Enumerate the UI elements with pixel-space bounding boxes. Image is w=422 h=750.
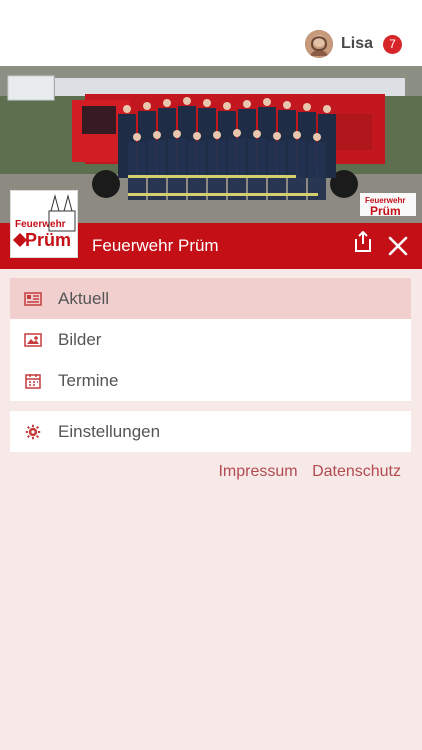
username: Lisa — [340, 35, 373, 52]
nav-menu: Aktuell Bilder Termine Einstellungen — [10, 278, 411, 452]
logo: Feuerwehr Prüm — [10, 190, 78, 258]
gear-icon — [24, 423, 42, 441]
user-menu[interactable]: Lisa 7 — [304, 30, 402, 58]
menu-item-bilder[interactable]: Bilder — [10, 319, 411, 360]
calendar-icon — [24, 372, 42, 390]
close-button[interactable] — [388, 236, 408, 256]
share-button[interactable] — [353, 230, 373, 253]
news-icon — [24, 290, 42, 308]
footer-links: Impressum Datenschutz — [208, 463, 401, 481]
close-icon — [388, 236, 408, 256]
menu-label-einstellungen: Einstellungen — [58, 421, 161, 441]
impressum-link[interactable]: Impressum — [218, 463, 297, 480]
brand-title: Feuerwehr Prüm — [92, 236, 219, 255]
menu-item-einstellungen[interactable]: Einstellungen — [10, 411, 411, 452]
image-icon — [24, 331, 42, 349]
avatar[interactable] — [304, 30, 333, 58]
menu-label-termine: Termine — [58, 370, 119, 390]
datenschutz-link[interactable]: Datenschutz — [312, 463, 401, 480]
menu-label-bilder: Bilder — [58, 329, 102, 349]
menu-separator — [10, 401, 411, 411]
menu-item-aktuell[interactable]: Aktuell — [10, 278, 411, 319]
menu-item-termine[interactable]: Termine — [10, 360, 411, 401]
share-icon — [355, 230, 371, 252]
menu-label-aktuell: Aktuell — [58, 288, 110, 308]
notification-badge[interactable]: 7 — [383, 34, 402, 54]
top-bar: Lisa 7 — [0, 0, 422, 66]
svg-text:Prüm: Prüm — [370, 204, 401, 218]
